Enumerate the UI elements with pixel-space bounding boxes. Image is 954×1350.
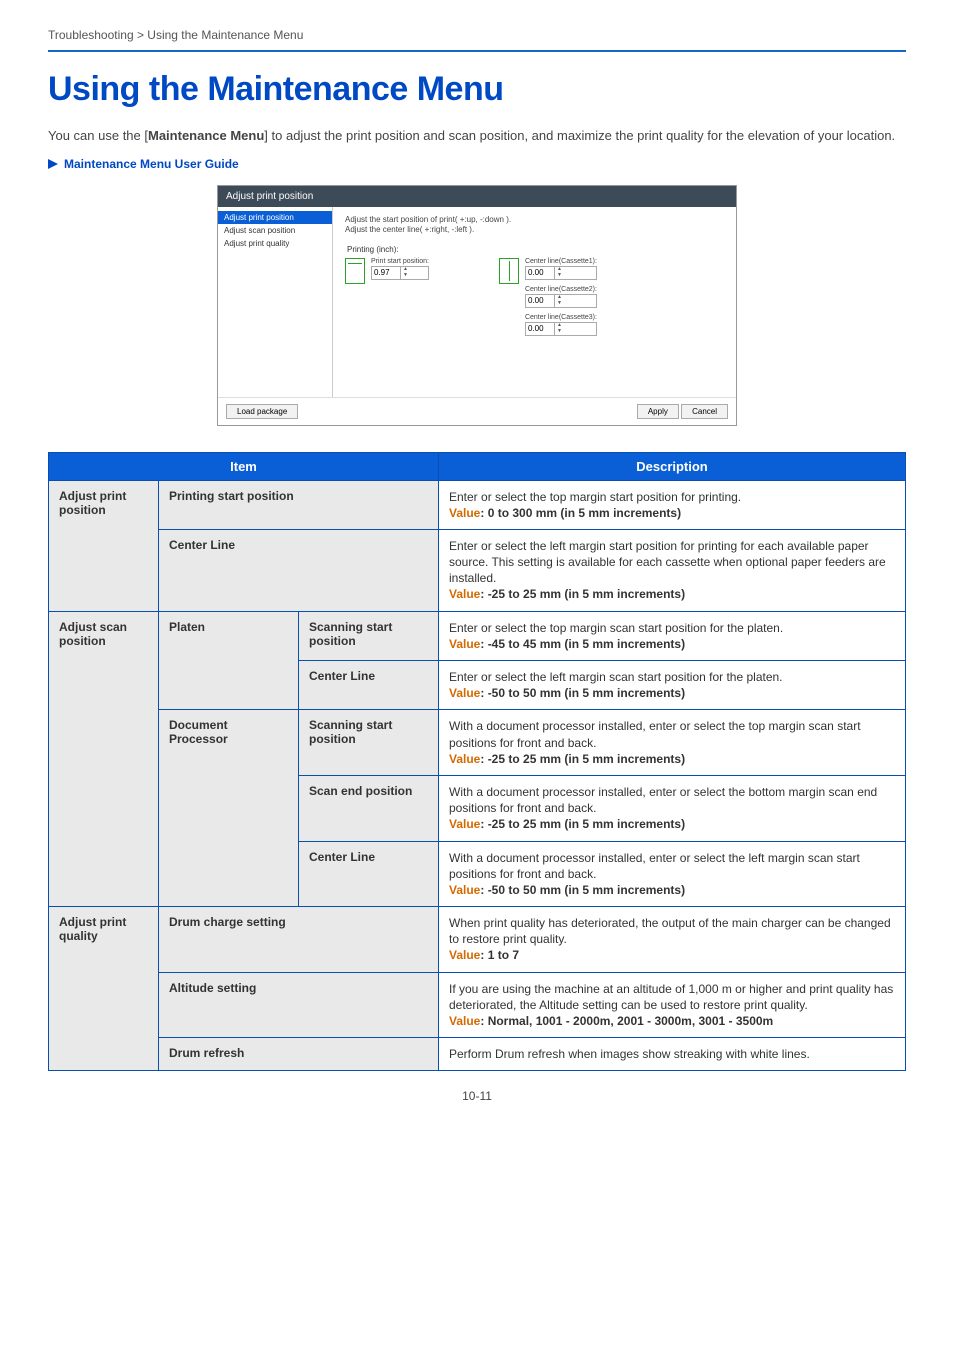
cancel-button[interactable]: Cancel [681, 404, 728, 419]
value-label: Value [449, 752, 480, 766]
apply-button[interactable]: Apply [637, 404, 679, 419]
shot-sidebar: Adjust print position Adjust scan positi… [218, 207, 333, 397]
intro-text: You can use the [Maintenance Menu] to ad… [48, 127, 906, 145]
paper-horizontal-icon [345, 258, 365, 284]
sub-document-processor: Document Processor [159, 710, 299, 907]
sub-center-line-platen: Center Line [299, 661, 439, 710]
page-title: Using the Maintenance Menu [48, 70, 906, 109]
breadcrumb: Troubleshooting > Using the Maintenance … [48, 28, 906, 42]
center-line-3-spinner[interactable]: ▲▼ [525, 322, 597, 336]
val-r7: : -50 to 50 mm (in 5 mm increments) [480, 883, 685, 897]
table-row: Document Processor Scanning start positi… [49, 710, 906, 776]
desc-r1: Enter or select the top margin start pos… [449, 490, 741, 504]
val-r9: : Normal, 1001 - 2000m, 2001 - 3000m, 30… [480, 1014, 773, 1028]
sub-center-line-dp: Center Line [299, 841, 439, 907]
group-adjust-scan-position: Adjust scan position [49, 611, 159, 906]
shot-c2-label: Center line(Cassette2): [525, 286, 597, 293]
val-r4: : -50 to 50 mm (in 5 mm increments) [480, 686, 685, 700]
shot-start-label: Print start position: [371, 258, 429, 265]
table-row: Altitude setting If you are using the ma… [49, 972, 906, 1038]
center-line-2-spinner[interactable]: ▲▼ [525, 294, 597, 308]
group-adjust-print-quality: Adjust print quality [49, 907, 159, 1071]
sub-printing-start: Printing start position [159, 480, 439, 529]
val-r1: : 0 to 300 mm (in 5 mm increments) [480, 506, 681, 520]
guide-link[interactable]: Maintenance Menu User Guide [48, 157, 906, 171]
shot-side-item-2[interactable]: Adjust print quality [218, 237, 332, 250]
page-number: 10-11 [48, 1089, 906, 1103]
desc-r6: With a document processor installed, ent… [449, 785, 877, 815]
sub-scan-end-dp: Scan end position [299, 775, 439, 841]
guide-link-label: Maintenance Menu User Guide [64, 157, 239, 171]
shot-title: Adjust print position [218, 186, 736, 207]
shot-side-item-0[interactable]: Adjust print position [218, 211, 332, 224]
th-desc: Description [439, 452, 906, 480]
table-row: Drum refresh Perform Drum refresh when i… [49, 1038, 906, 1071]
value-label: Value [449, 883, 480, 897]
val-r6: : -25 to 25 mm (in 5 mm increments) [480, 817, 685, 831]
desc-r3: Enter or select the top margin scan star… [449, 621, 783, 635]
value-label: Value [449, 1014, 480, 1028]
sub-platen: Platen [159, 611, 299, 710]
table-row: Adjust scan position Platen Scanning sta… [49, 611, 906, 660]
value-label: Value [449, 506, 480, 520]
desc-r4: Enter or select the left margin scan sta… [449, 670, 783, 684]
center-line-1-input[interactable] [526, 268, 554, 277]
sub-altitude: Altitude setting [159, 972, 439, 1038]
load-package-button[interactable]: Load package [226, 404, 298, 419]
intro-post: ] to adjust the print position and scan … [264, 128, 895, 143]
desc-r9: If you are using the machine at an altit… [449, 982, 893, 1012]
shot-hint-1: Adjust the start position of print( +:up… [345, 215, 724, 225]
center-line-1-spinner[interactable]: ▲▼ [525, 266, 597, 280]
shot-c1-label: Center line(Cassette1): [525, 258, 597, 265]
table-row: Adjust print position Printing start pos… [49, 480, 906, 529]
sub-drum-refresh: Drum refresh [159, 1038, 439, 1071]
shot-side-item-1[interactable]: Adjust scan position [218, 224, 332, 237]
shot-section-label: Printing (inch): [347, 245, 724, 254]
desc-r8: When print quality has deteriorated, the… [449, 916, 891, 946]
sub-scan-start-platen: Scanning start position [299, 611, 439, 660]
center-line-2-input[interactable] [526, 296, 554, 305]
intro-pre: You can use the [ [48, 128, 148, 143]
group-adjust-print-position: Adjust print position [49, 480, 159, 611]
value-label: Value [449, 686, 480, 700]
intro-bold: Maintenance Menu [148, 128, 264, 143]
desc-r10: Perform Drum refresh when images show st… [449, 1047, 810, 1061]
sub-center-line-print: Center Line [159, 529, 439, 611]
table-row: Center Line Enter or select the left mar… [49, 529, 906, 611]
desc-r7: With a document processor installed, ent… [449, 851, 860, 881]
header-rule [48, 50, 906, 52]
value-label: Value [449, 587, 480, 601]
value-label: Value [449, 637, 480, 651]
value-label: Value [449, 817, 480, 831]
value-label: Value [449, 948, 480, 962]
th-item: Item [49, 452, 439, 480]
desc-r2: Enter or select the left margin start po… [449, 539, 886, 585]
print-start-spinner[interactable]: ▲▼ [371, 266, 429, 280]
settings-table: Item Description Adjust print position P… [48, 452, 906, 1072]
val-r3: : -45 to 45 mm (in 5 mm increments) [480, 637, 685, 651]
sub-scan-start-dp: Scanning start position [299, 710, 439, 776]
table-row: Adjust print quality Drum charge setting… [49, 907, 906, 973]
desc-r5: With a document processor installed, ent… [449, 719, 861, 749]
paper-vertical-icon [499, 258, 519, 284]
shot-c3-label: Center line(Cassette3): [525, 314, 597, 321]
arrow-right-icon [48, 159, 58, 169]
val-r8: : 1 to 7 [480, 948, 519, 962]
maintenance-screenshot: Adjust print position Adjust print posit… [217, 185, 737, 426]
val-r5: : -25 to 25 mm (in 5 mm increments) [480, 752, 685, 766]
sub-drum-charge: Drum charge setting [159, 907, 439, 973]
val-r2: : -25 to 25 mm (in 5 mm increments) [480, 587, 685, 601]
shot-hint-2: Adjust the center line( +:right, -:left … [345, 225, 724, 235]
print-start-input[interactable] [372, 268, 400, 277]
center-line-3-input[interactable] [526, 324, 554, 333]
